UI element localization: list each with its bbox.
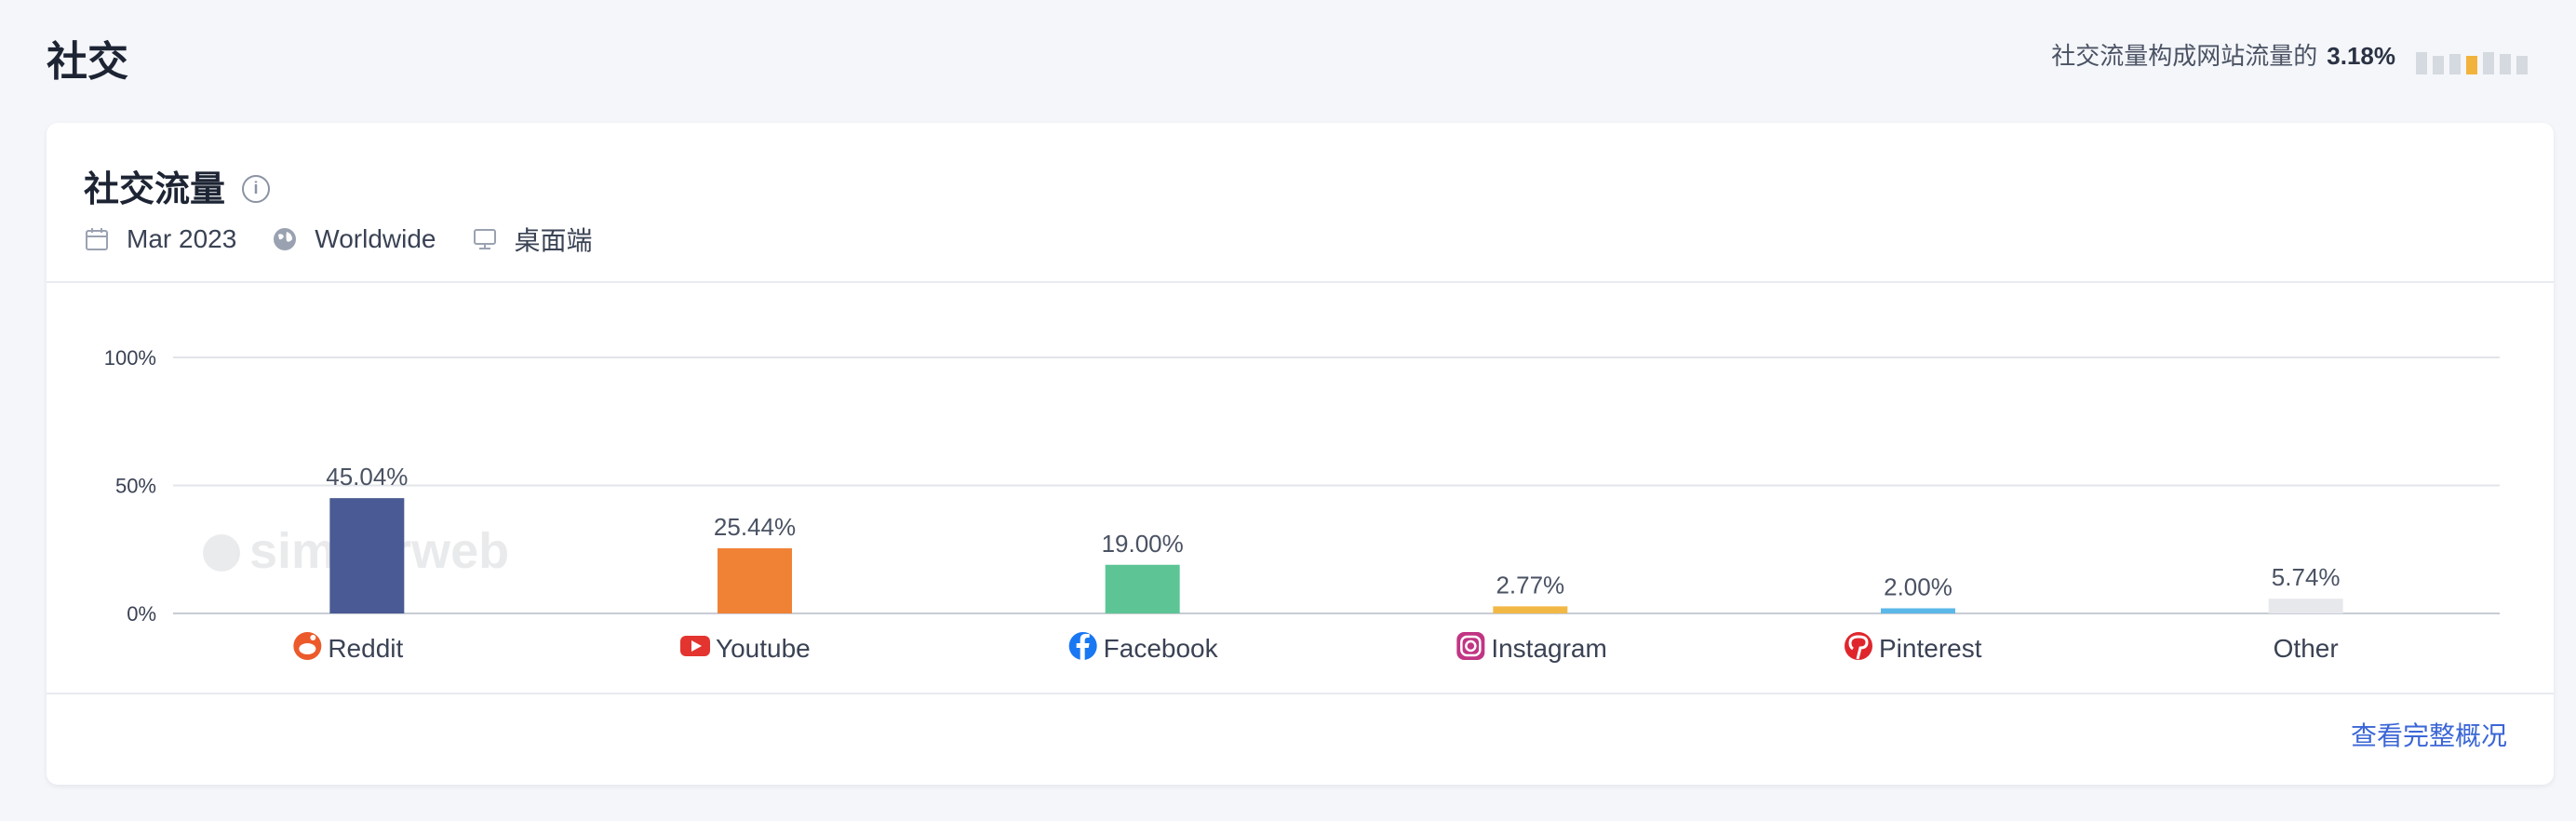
info-icon[interactable]: i: [242, 174, 271, 203]
view-full-overview-link[interactable]: 查看完整概况: [2351, 716, 2507, 753]
social-share-text: 社交流量构成网站流量的 3.18%: [2051, 37, 2395, 72]
bar: [1105, 564, 1180, 613]
facebook-icon: [1068, 632, 1097, 660]
card-title-row: 社交流量 i: [84, 160, 2516, 211]
mini-bar: [2433, 56, 2444, 74]
bar: [329, 498, 405, 613]
mini-bar: [2416, 52, 2427, 74]
category-label: Facebook: [1104, 634, 1219, 663]
y-tick-label: 100%: [104, 346, 156, 370]
page-title: 社交: [47, 39, 128, 85]
region-filter: Worldwide: [272, 224, 436, 254]
bar: [1493, 606, 1568, 613]
mini-bar: [2516, 56, 2528, 74]
value-label: 2.00%: [1884, 573, 1952, 601]
card-header: 社交流量 i Mar 2023 Worldwide 桌面端: [47, 123, 2554, 283]
value-label: 45.04%: [326, 463, 408, 491]
mini-bar: [2483, 52, 2494, 74]
pinterest-icon: [1845, 632, 1872, 660]
date-label: Mar 2023: [127, 224, 237, 253]
social-traffic-card: 社交流量 i Mar 2023 Worldwide 桌面端 0% 50% 100…: [47, 123, 2554, 785]
share-value: 3.18%: [2327, 41, 2395, 70]
device-filter: 桌面端: [472, 221, 593, 258]
category-label: Pinterest: [1879, 634, 1982, 663]
category-label: Youtube: [716, 634, 811, 663]
category-label: Other: [2274, 634, 2339, 663]
similarweb-logo-icon: [203, 534, 240, 572]
youtube-icon: [680, 636, 710, 656]
reddit-icon: [293, 632, 322, 660]
y-tick-label: 0%: [127, 602, 156, 626]
bar: [2268, 599, 2343, 613]
desktop-icon: [473, 229, 496, 249]
card-title: 社交流量: [84, 170, 226, 209]
instagram-icon: [1456, 632, 1485, 660]
mini-bar: [2449, 54, 2461, 74]
mini-bar: [2466, 56, 2477, 74]
device-label: 桌面端: [514, 226, 593, 255]
y-tick-label: 50%: [115, 475, 156, 498]
social-share-summary: 社交流量构成网站流量的 3.18%: [2051, 34, 2528, 74]
region-label: Worldwide: [315, 224, 436, 253]
bar: [1881, 608, 1955, 613]
filter-meta-row: Mar 2023 Worldwide 桌面端: [84, 221, 2516, 258]
calendar-icon: [86, 228, 108, 250]
date-filter: Mar 2023: [84, 224, 236, 254]
traffic-channel-mini-chart: [2416, 34, 2528, 74]
category-label: Reddit: [328, 634, 403, 663]
globe-icon: [274, 228, 297, 250]
value-label: 19.00%: [1102, 530, 1184, 558]
social-traffic-chart: similarweb 0%50%100%45.04%Reddit25.44%Yo…: [47, 283, 2554, 694]
value-label: 25.44%: [714, 513, 796, 541]
category-label: Instagram: [1491, 634, 1607, 663]
value-label: 5.74%: [2272, 563, 2341, 591]
mini-bar: [2500, 54, 2511, 74]
bar-chart-svg: similarweb 0%50%100%45.04%Reddit25.44%Yo…: [104, 346, 2500, 663]
value-label: 2.77%: [1496, 571, 1564, 599]
share-description: 社交流量构成网站流量的: [2051, 41, 2318, 70]
bar: [718, 548, 792, 613]
